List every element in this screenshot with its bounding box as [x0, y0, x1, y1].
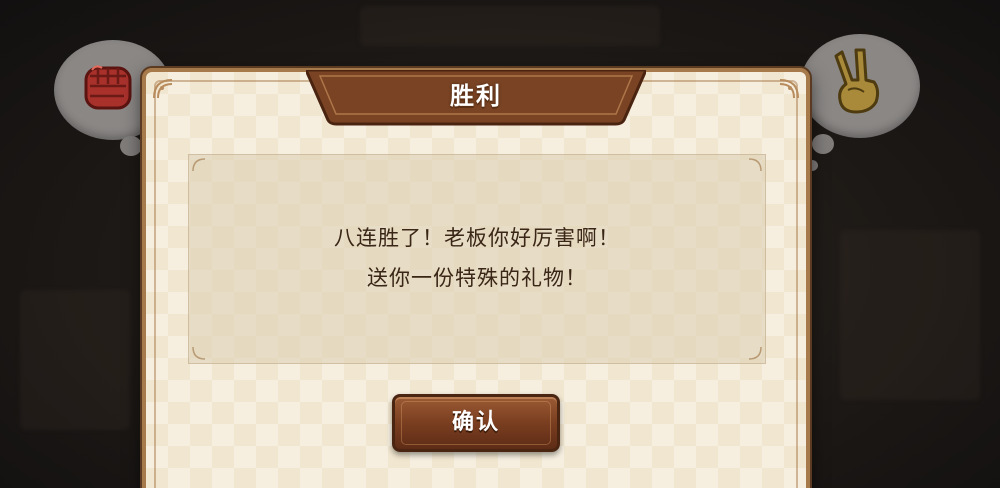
title-ribbon: 胜利: [306, 70, 646, 128]
corner-ornament-icon: [748, 346, 762, 360]
message-line-2: 送你一份特殊的礼物！: [367, 266, 587, 290]
confirm-button[interactable]: 确认: [392, 394, 560, 452]
victory-hand-icon: [834, 48, 880, 114]
background-shape: [840, 230, 980, 400]
fist-icon: [84, 65, 132, 110]
corner-ornament-icon: [748, 158, 762, 172]
corner-ornament-icon: [153, 79, 173, 99]
corner-ornament-icon: [779, 79, 799, 99]
corner-ornament-icon: [192, 346, 206, 360]
message-line-1: 八连胜了！老板你好厉害啊！: [334, 226, 620, 250]
confirm-button-label: 确认: [451, 410, 500, 435]
background-shape: [360, 6, 660, 46]
game-scene: 胜利 八连胜了！老板你好厉害啊！ 送你一份特殊的礼物！ 确认: [0, 0, 1000, 488]
corner-ornament-icon: [192, 158, 206, 172]
dialog-title: 胜利: [450, 82, 502, 110]
background-shape: [20, 290, 130, 430]
message-panel: [188, 154, 766, 364]
